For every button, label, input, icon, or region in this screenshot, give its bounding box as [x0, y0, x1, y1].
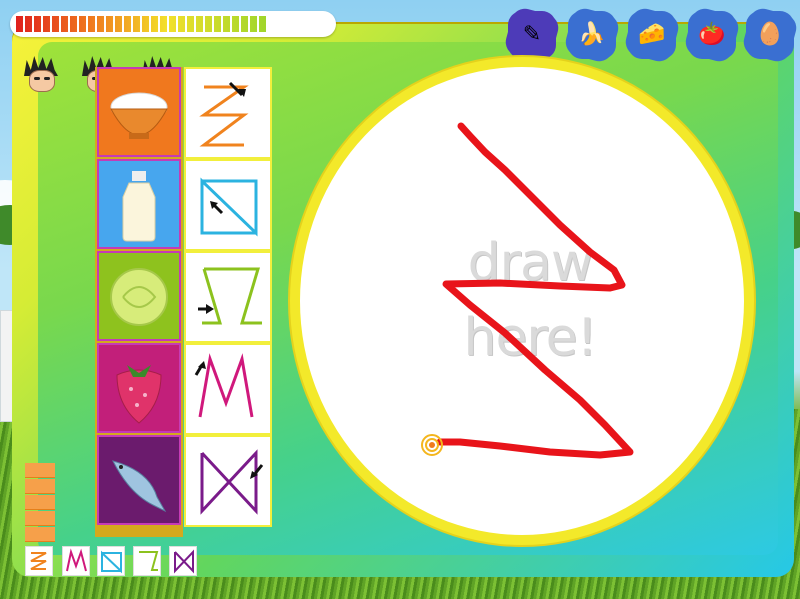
selected-pattern-m-shape[interactable]: [62, 546, 90, 576]
meter-segment: [25, 527, 55, 542]
selected-pattern-triangle-slash[interactable]: [97, 546, 125, 576]
selected-pattern-bowtie-x[interactable]: [169, 546, 197, 576]
meter-segment: [25, 495, 55, 510]
drawn-stroke-layer: [421, 122, 634, 459]
meter-segment: [25, 511, 55, 526]
drawn-stroke: [436, 122, 634, 459]
selected-pattern-zigzag-z[interactable]: [25, 546, 53, 576]
stroke-start-marker: [421, 434, 443, 456]
meter-segment: [25, 479, 55, 494]
meter-segment: [25, 463, 55, 478]
progress-meter: [25, 463, 55, 543]
selected-pattern-trapezoid[interactable]: [133, 546, 161, 576]
